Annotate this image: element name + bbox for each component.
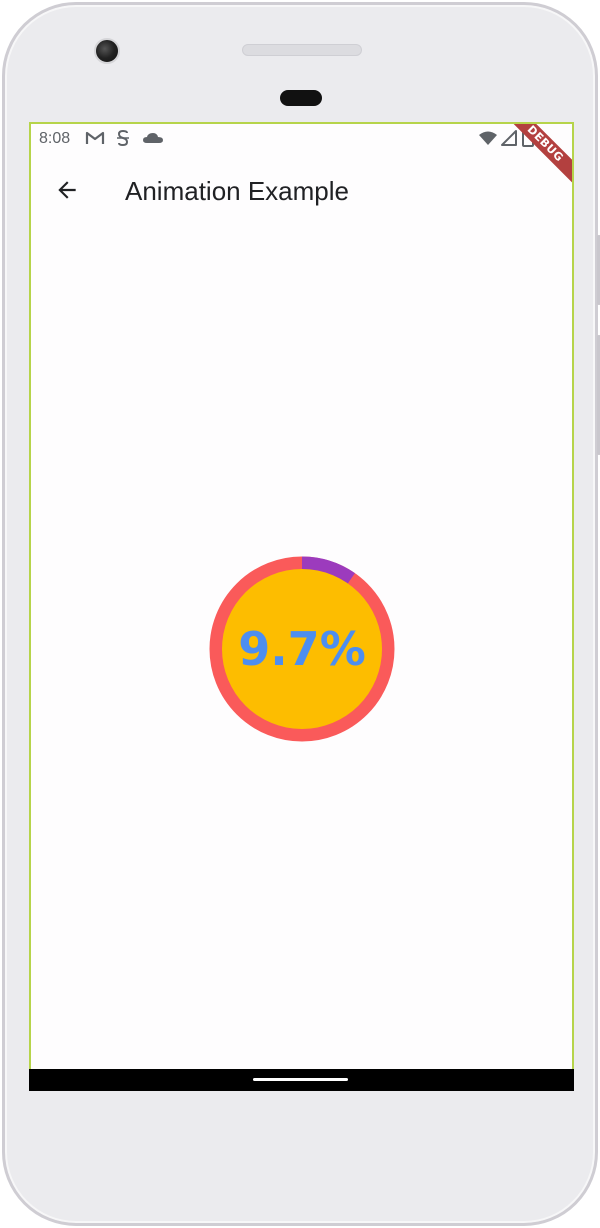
signal-icon: [501, 130, 517, 146]
proximity-sensor: [280, 90, 322, 106]
wifi-icon: [479, 131, 497, 145]
app-bar: Animation Example: [31, 156, 572, 226]
earpiece-speaker: [242, 44, 362, 56]
back-button[interactable]: [45, 168, 89, 212]
device-screen: 8:08 DEBUG Animation Example 9.7%: [29, 122, 574, 1091]
navigation-bar: [29, 1069, 574, 1091]
arrow-back-icon: [58, 181, 76, 199]
sim-icon: [117, 129, 129, 147]
progress-percentage: 9.7%: [238, 622, 366, 676]
gmail-icon: [85, 131, 105, 144]
front-camera: [94, 38, 120, 64]
app-title: Animation Example: [125, 176, 349, 206]
circular-progress: 9.7%: [207, 554, 397, 744]
cloud-icon: [143, 133, 163, 143]
status-bar: 8:08: [31, 124, 572, 156]
home-gesture-pill[interactable]: [253, 1078, 348, 1081]
status-time: 8:08: [39, 130, 71, 147]
